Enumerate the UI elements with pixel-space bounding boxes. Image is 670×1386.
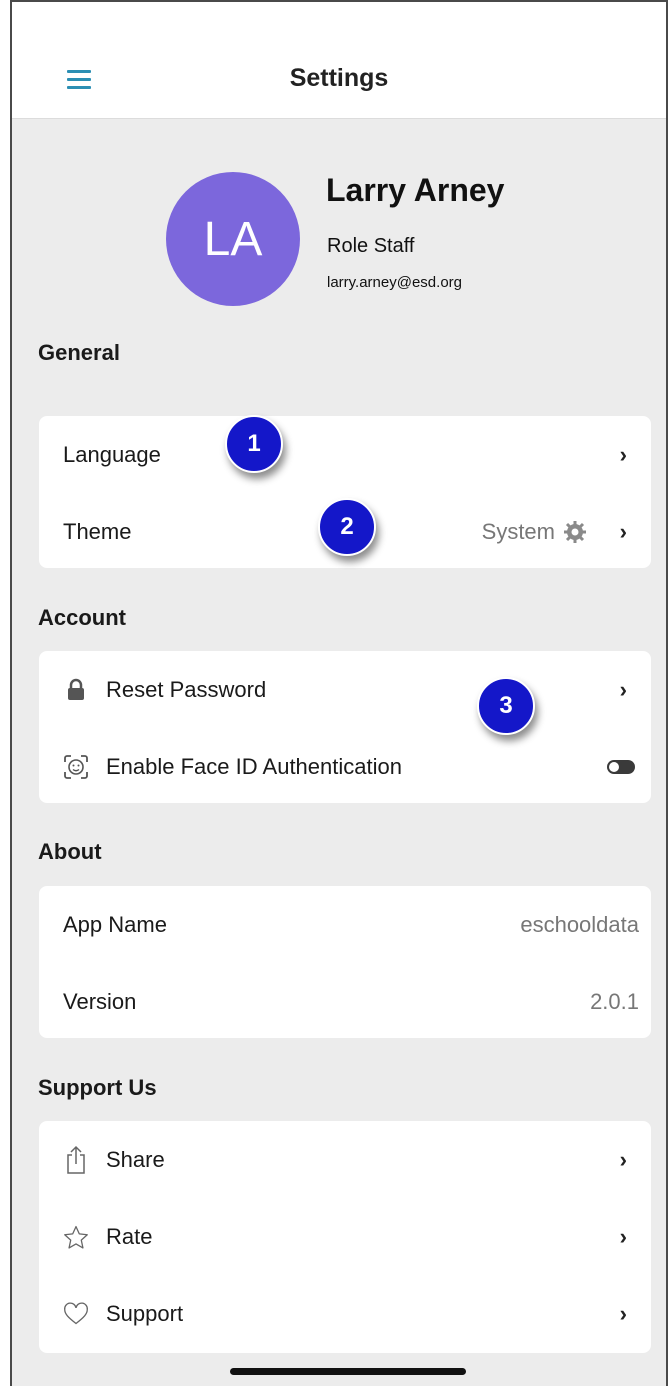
theme-value-group: System (482, 519, 587, 545)
header-bar: Settings (12, 2, 666, 119)
account-card: Reset Password › Enable Face ID Authenti… (39, 651, 651, 803)
share-label: Share (106, 1147, 165, 1172)
share-icon (63, 1145, 89, 1174)
language-label: Language (63, 442, 161, 467)
about-card: App Name eschooldata Version 2.0.1 (39, 886, 651, 1038)
version-value: 2.0.1 (590, 989, 639, 1014)
version-row: Version 2.0.1 (39, 982, 651, 1022)
chevron-right-icon: › (619, 1147, 627, 1172)
support-row[interactable]: Support › (39, 1294, 651, 1334)
reset-password-label: Reset Password (106, 677, 267, 702)
reset-password-row[interactable]: Reset Password › (39, 670, 651, 710)
section-account-label: Account (38, 605, 126, 630)
gear-icon (564, 521, 586, 543)
theme-value: System (481, 519, 555, 544)
callout-badge-1: 1 (225, 415, 283, 473)
chevron-right-icon: › (619, 519, 627, 544)
heart-icon (63, 1301, 89, 1327)
phone-screen: Settings LA Larry Arney Role Staff larry… (10, 0, 668, 1386)
rate-label: Rate (106, 1224, 153, 1249)
chevron-right-icon: › (619, 677, 627, 702)
page-title: Settings (289, 64, 389, 92)
lock-icon (63, 677, 89, 703)
home-indicator (230, 1368, 466, 1375)
language-row[interactable]: Language › (39, 435, 651, 475)
chevron-right-icon: › (619, 1224, 627, 1249)
support-card: Share › Rate › Support › (39, 1121, 651, 1353)
app-name-value: eschooldata (520, 912, 639, 937)
face-id-row: Enable Face ID Authentication (39, 747, 651, 787)
profile-role: Role Staff (327, 235, 415, 257)
profile-email: larry.arney@esd.org (327, 274, 462, 291)
chevron-right-icon: › (619, 442, 627, 467)
section-about-label: About (38, 839, 102, 864)
callout-badge-3: 3 (477, 677, 535, 735)
avatar: LA (166, 172, 300, 306)
star-icon (63, 1224, 89, 1250)
face-id-icon (63, 754, 89, 780)
profile-name: Larry Arney (326, 172, 505, 208)
section-general-label: General (38, 340, 120, 365)
theme-label: Theme (63, 519, 132, 544)
rate-row[interactable]: Rate › (39, 1217, 651, 1257)
app-name-row: App Name eschooldata (39, 905, 651, 945)
face-id-label: Enable Face ID Authentication (106, 754, 402, 779)
callout-badge-2: 2 (318, 498, 376, 556)
face-id-toggle[interactable] (607, 760, 635, 774)
support-label: Support (106, 1301, 184, 1326)
section-support-label: Support Us (38, 1075, 157, 1100)
version-label: Version (63, 989, 137, 1014)
share-row[interactable]: Share › (39, 1140, 651, 1180)
chevron-right-icon: › (619, 1301, 627, 1326)
app-name-label: App Name (63, 912, 167, 937)
